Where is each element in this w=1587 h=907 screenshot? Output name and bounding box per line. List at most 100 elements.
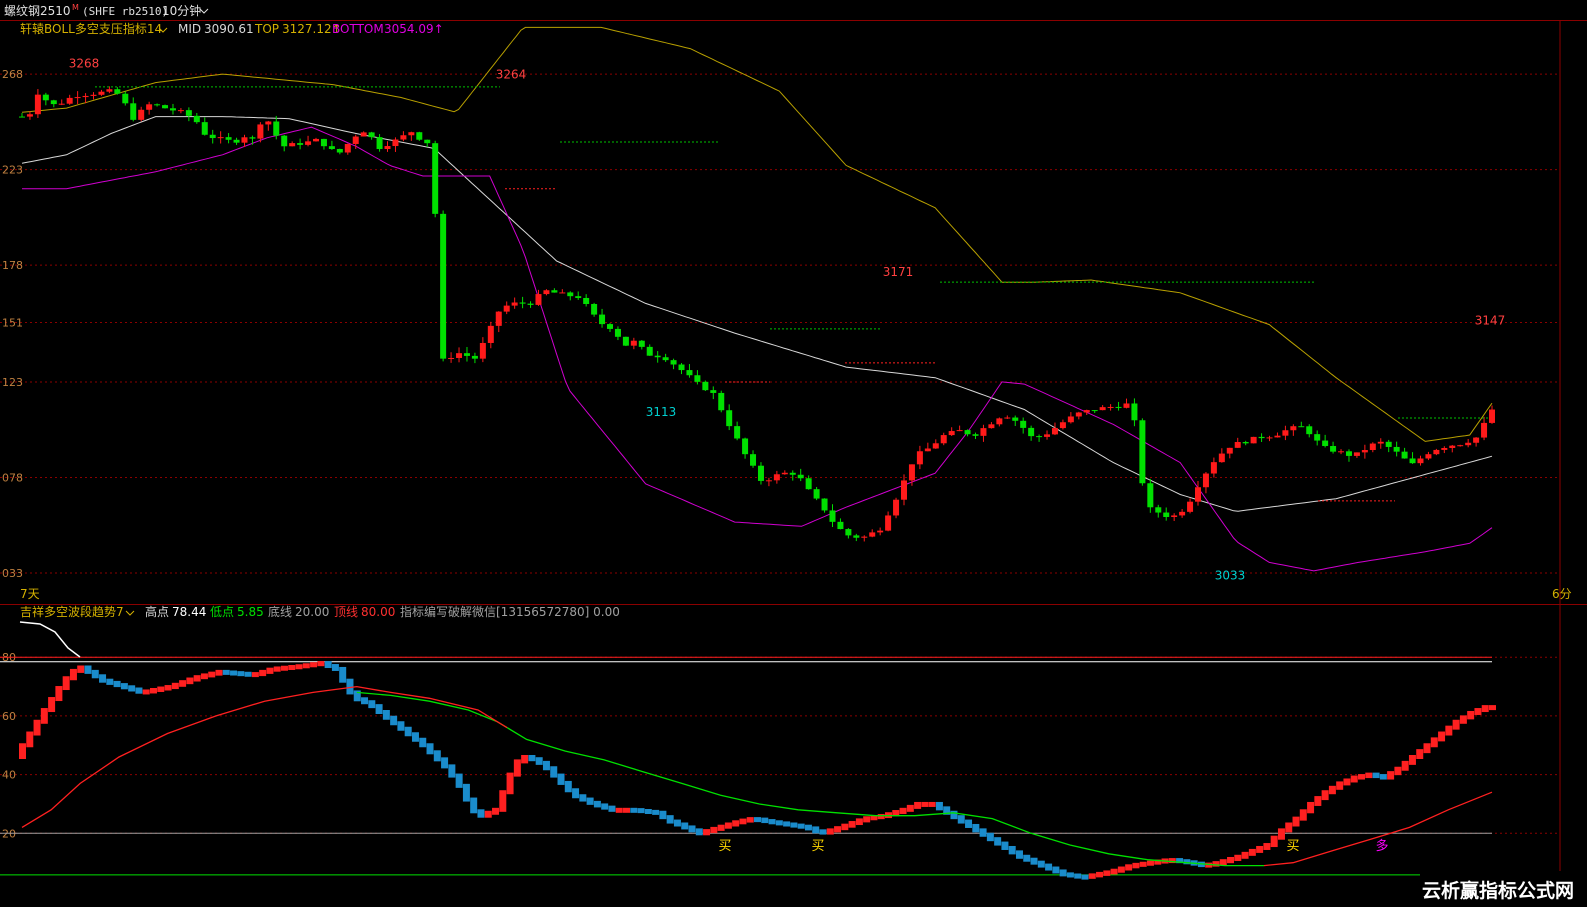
- candle-down: [368, 132, 375, 138]
- trend-bar-down: [681, 822, 689, 830]
- trend-bar-down: [135, 687, 143, 694]
- trend-bar-up: [310, 662, 318, 668]
- trend-bar-down: [935, 801, 943, 811]
- trend-bar-down: [462, 783, 470, 802]
- top-label: TOP: [254, 22, 279, 36]
- trend-bar-down: [652, 809, 660, 815]
- trend-bar-up: [1212, 861, 1220, 867]
- candle-up: [456, 353, 463, 358]
- candle-down: [1385, 441, 1392, 447]
- candle-up: [781, 472, 788, 475]
- trend-bar-up: [1270, 835, 1278, 848]
- candle-down: [829, 510, 836, 522]
- trend-bar-down: [630, 807, 638, 813]
- trend-bar-up: [615, 807, 623, 813]
- candle-up: [1067, 416, 1074, 423]
- trend-bar-down: [761, 817, 769, 824]
- candle-down: [1163, 512, 1170, 518]
- candle-down: [273, 121, 280, 136]
- trend-bar-up: [142, 689, 150, 695]
- candle-down: [1322, 440, 1329, 447]
- candle-up: [503, 305, 510, 312]
- candle-up: [1044, 434, 1051, 437]
- candle-up: [861, 536, 868, 538]
- trend-bar-up: [200, 673, 208, 680]
- trend-bar-down: [411, 732, 419, 742]
- candle-up: [106, 89, 113, 92]
- candle-up: [257, 124, 264, 139]
- top-band: [21, 26, 1493, 442]
- trend-bar-up: [302, 663, 310, 669]
- candle-down: [797, 474, 804, 479]
- trend-bar-down: [1023, 854, 1031, 862]
- candle-down: [710, 390, 717, 393]
- trend-bar-up: [1285, 822, 1293, 833]
- trend-bar-down: [812, 826, 820, 834]
- trend-bar-up: [1088, 873, 1096, 879]
- period-selector[interactable]: 10分钟: [162, 3, 209, 18]
- candle-down: [519, 302, 526, 304]
- trend-bar-up: [1307, 801, 1315, 814]
- trend-bar-up: [1394, 766, 1402, 776]
- chevron-down-icon[interactable]: [125, 610, 135, 616]
- candle-down: [837, 521, 844, 530]
- trend-bar-up: [69, 668, 77, 681]
- candle-up: [392, 139, 399, 147]
- trend-bar-down: [1372, 772, 1380, 779]
- candle-up: [956, 430, 963, 432]
- trend-bar-up: [1459, 715, 1467, 724]
- candle-down: [1306, 426, 1313, 435]
- trend-bar-up: [513, 759, 521, 777]
- trend-bar-down: [99, 674, 107, 683]
- trend-bar-down: [572, 788, 580, 799]
- upper-indicator-name[interactable]: 轩辕BOLL多空支压指标14: [20, 21, 162, 36]
- candle-down: [789, 472, 796, 475]
- candle-up: [1187, 501, 1194, 512]
- candle-down: [567, 292, 574, 297]
- trend-bar-down: [448, 764, 456, 778]
- candle-down: [185, 110, 192, 116]
- candle-up: [1202, 473, 1209, 488]
- candle-down: [336, 148, 343, 153]
- trend-bar-down: [950, 810, 958, 820]
- period-label[interactable]: 10分钟: [162, 3, 201, 18]
- y-tick-label: 40: [2, 769, 16, 782]
- trend-bar-down: [775, 820, 783, 826]
- trend-bar-up: [1481, 705, 1489, 713]
- candle-down: [154, 104, 161, 106]
- candle-down: [1155, 507, 1162, 513]
- candle-up: [34, 94, 41, 115]
- candle-up: [26, 114, 33, 117]
- trend-bar-up: [717, 824, 725, 831]
- candle-up: [408, 132, 415, 136]
- candle-up: [1338, 451, 1345, 453]
- price-annotation: 3171: [883, 265, 914, 279]
- trend-bar-down: [637, 808, 645, 814]
- candles: [19, 86, 1495, 542]
- symbol-code: (SHFE rb2510): [82, 5, 168, 18]
- trend-bar-up: [1103, 870, 1111, 876]
- candle-down: [813, 489, 820, 499]
- candle-up: [344, 143, 351, 153]
- trend-bar-up: [19, 743, 26, 759]
- trend-bar-up: [40, 708, 48, 724]
- candle-down: [1139, 420, 1146, 484]
- trend-bar-up: [1219, 859, 1227, 866]
- trend-bar-down: [230, 670, 238, 676]
- trend-bar-up: [1489, 705, 1496, 711]
- candle-up: [1083, 410, 1090, 413]
- candle-down: [320, 138, 327, 147]
- trend-bar-down: [84, 665, 92, 674]
- badge: M: [72, 3, 79, 12]
- candle-up: [1290, 426, 1297, 431]
- candle-down: [1012, 417, 1019, 421]
- candle-down: [1258, 436, 1265, 439]
- lower-indicator-name[interactable]: 吉祥多空波段趋势7: [20, 604, 124, 619]
- candle-up: [996, 418, 1003, 425]
- trend-bar-down: [644, 809, 652, 814]
- candle-down: [1036, 436, 1043, 438]
- candle-down: [622, 336, 629, 346]
- candle-up: [58, 103, 65, 105]
- trend-bar-up: [1096, 871, 1104, 878]
- trend-bar-down: [557, 773, 565, 785]
